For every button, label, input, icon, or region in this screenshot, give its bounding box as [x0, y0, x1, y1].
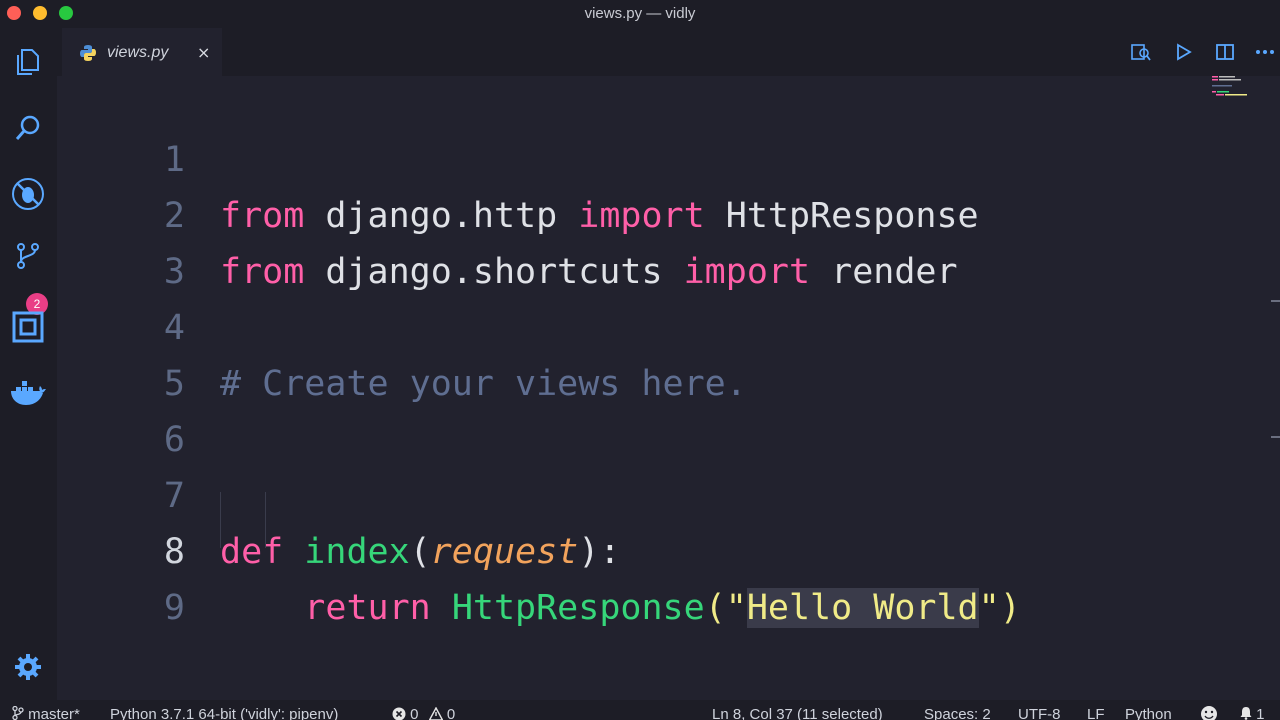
code-line: 5 [57, 300, 1207, 404]
scrollbar-marker [1271, 436, 1280, 438]
close-tab-icon[interactable]: × [197, 43, 210, 62]
split-editor-icon[interactable] [1214, 41, 1236, 63]
python-interpreter[interactable]: Python 3.7.1 64-bit ('vidly': pipenv) [110, 705, 338, 720]
code-line: 1 from django.http import HttpResponse [57, 76, 1207, 236]
branch-indicator[interactable]: master* [12, 705, 80, 720]
language-mode[interactable]: Python [1125, 705, 1172, 720]
explorer-icon[interactable] [8, 42, 48, 82]
notifications-indicator[interactable]: 1 [1240, 705, 1265, 720]
code-line: 7 def index(request): [57, 412, 1207, 572]
cursor-position[interactable]: Ln 8, Col 37 (11 selected) [712, 705, 883, 720]
minimap[interactable] [1210, 76, 1260, 116]
code-line-current: 8 return HttpResponse("Hello World") [57, 468, 1207, 628]
scrollbar-marker [1271, 300, 1280, 302]
tab-strip: views.py × [57, 28, 1280, 76]
indentation-setting[interactable]: Spaces: 2 [924, 705, 991, 720]
gear-icon[interactable] [8, 647, 48, 687]
code-line: 3 [57, 188, 1207, 292]
tab-views-py[interactable]: views.py × [62, 28, 222, 76]
warning-icon [428, 706, 443, 720]
editor-actions [1120, 28, 1280, 76]
code-line: 4 # Create your views here. [57, 244, 1207, 404]
docker-icon[interactable] [8, 374, 48, 414]
code-line: 9 [57, 524, 1207, 628]
title-bar: views.py — vidly [0, 0, 1280, 28]
line-number: 9 [163, 588, 185, 628]
eol-setting[interactable]: LF [1087, 705, 1105, 720]
branch-icon [12, 705, 24, 720]
code-line: 2 from django.shortcuts import render [57, 132, 1207, 292]
error-icon [392, 707, 406, 720]
code-line: 6 [57, 356, 1207, 460]
run-file-icon[interactable] [1172, 41, 1194, 63]
status-bar: master* Python 3.7.1 64-bit ('vidly': pi… [0, 700, 1280, 720]
python-file-icon [80, 45, 96, 61]
tab-label: views.py [107, 44, 169, 61]
problems-indicator[interactable]: 0 0 [392, 705, 455, 720]
search-icon[interactable] [8, 108, 48, 148]
encoding-setting[interactable]: UTF-8 [1018, 705, 1061, 720]
debug-icon[interactable] [8, 174, 48, 214]
code-editor[interactable]: 1 from django.http import HttpResponse 2… [57, 76, 1280, 700]
bell-icon [1240, 707, 1252, 720]
activity-bar: 2 [0, 28, 57, 700]
selection: Hello World [746, 588, 979, 628]
source-control-icon[interactable] [8, 236, 48, 276]
feedback-icon[interactable] [1200, 705, 1218, 720]
extensions-icon[interactable] [8, 307, 48, 347]
window-title: views.py — vidly [584, 5, 696, 22]
more-actions-icon[interactable] [1254, 41, 1276, 63]
open-changes-icon[interactable] [1130, 41, 1152, 63]
